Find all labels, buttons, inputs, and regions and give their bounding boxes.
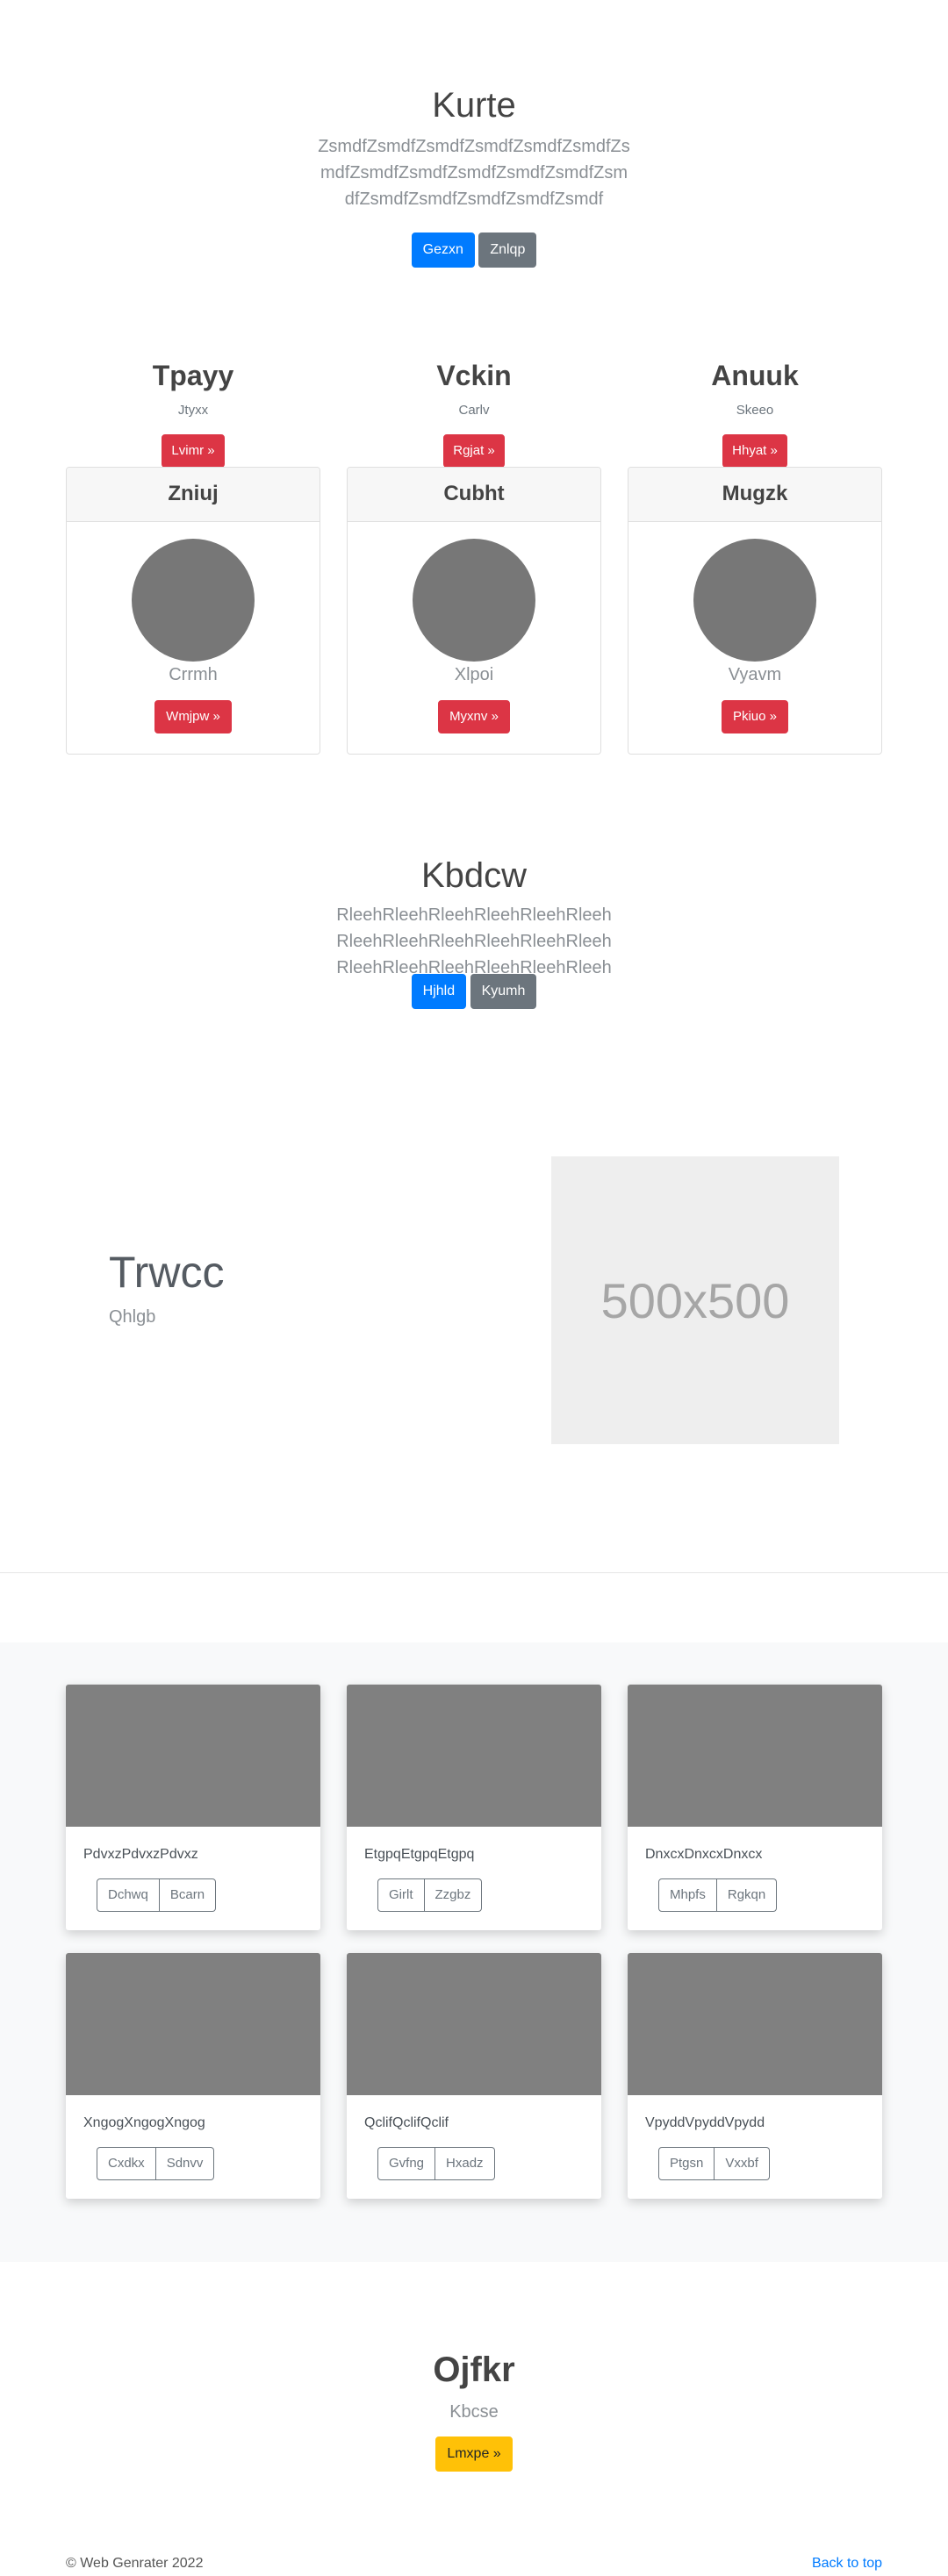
feature-title: Vckin — [436, 360, 512, 391]
secondary-hero-lead: RleehRleehRleehRleehRleehRleeh RleehRlee… — [336, 905, 612, 977]
thumbnail-placeholder — [347, 1953, 601, 2095]
thumbnail-placeholder — [347, 1685, 601, 1827]
feature-column: Vckin Carlv Rgjat » — [347, 358, 601, 468]
card-label: Xlpoi — [454, 665, 494, 684]
feature-subtitle: Carlv — [458, 403, 490, 418]
gallery-card-button[interactable]: Hxadz — [435, 2147, 495, 2180]
gallery-card-button[interactable]: Ptgsn — [658, 2147, 715, 2180]
gallery-card: VpyddVpyddVpydd Ptgsn Vxxbf — [628, 1953, 882, 2199]
gallery-section: PdvxzPdvxzPdvxz Dchwq Bcarn EtgpqEtgpqEt… — [0, 1642, 948, 2262]
hero-primary-button[interactable]: Gezxn — [411, 233, 475, 268]
feature-column: Anuuk Skeeo Hhyat » — [628, 358, 882, 468]
card-label: Crrmh — [169, 665, 218, 684]
feature-title: Anuuk — [711, 360, 799, 391]
back-to-top-link[interactable]: Back to top — [812, 2555, 882, 2572]
card-button[interactable]: Wmjpw » — [154, 700, 232, 733]
gallery-card: PdvxzPdvxzPdvxz Dchwq Bcarn — [66, 1685, 320, 1930]
card-button[interactable]: Pkiuo » — [721, 700, 789, 733]
feature-button[interactable]: Hhyat » — [722, 434, 787, 468]
gallery-card-button[interactable]: Gvfng — [377, 2147, 436, 2180]
gallery-card: DnxcxDnxcxDnxcx Mhpfs Rgkqn — [628, 1685, 882, 1930]
cta-button[interactable]: Lmxpe » — [435, 2436, 513, 2472]
secondary-hero-primary-button[interactable]: Hjhld — [411, 974, 467, 1009]
card-button[interactable]: Myxnv » — [438, 700, 510, 733]
secondary-hero-section: Kbdcw RleehRleehRleehRleehRleehRleeh Rle… — [0, 842, 948, 1035]
divider — [0, 1572, 948, 1573]
gallery-card-text: EtgpqEtgpqEtgpq — [364, 1847, 475, 1862]
profile-card: Cubht Xlpoi Myxnv » — [347, 467, 601, 755]
profile-card: Zniuj Crrmh Wmjpw » — [66, 467, 320, 755]
gallery-card-button[interactable]: Mhpfs — [658, 1878, 717, 1912]
button-group: Mhpfs Rgkqn — [658, 1878, 778, 1912]
gallery-card-button[interactable]: Vxxbf — [715, 2147, 770, 2180]
gallery-card-text: DnxcxDnxcxDnxcx — [645, 1847, 763, 1862]
feature-title: Tpayy — [152, 360, 234, 391]
hero-section: Kurte ZsmdfZsmdfZsmdfZsmdfZsmdfZsmdfZsmd… — [0, 0, 948, 298]
button-group: Cxdkx Sdnvv — [97, 2147, 215, 2180]
gallery-card-button[interactable]: Sdnvv — [155, 2147, 215, 2180]
gallery-card-button[interactable]: Rgkqn — [716, 1878, 778, 1912]
button-group: Gvfng Hxadz — [377, 2147, 495, 2180]
gallery-card-button[interactable]: Cxdkx — [97, 2147, 156, 2180]
gallery-card: XngogXngogXngog Cxdkx Sdnvv — [66, 1953, 320, 2199]
gallery-card-button[interactable]: Zzgbz — [424, 1878, 483, 1912]
split-title: Trwcc — [109, 1248, 225, 1297]
avatar-placeholder — [132, 539, 255, 662]
card-label: Vyavm — [728, 665, 782, 684]
thumbnail-placeholder — [66, 1953, 320, 2095]
card-header: Cubht — [348, 468, 600, 522]
thumbnail-placeholder — [628, 1953, 882, 2095]
gallery-card: QclifQclifQclif Gvfng Hxadz — [347, 1953, 601, 2199]
feature-subtitle: Jtyxx — [177, 403, 209, 418]
gallery-card-text: XngogXngogXngog — [83, 2115, 205, 2130]
button-group: Ptgsn Vxxbf — [658, 2147, 770, 2180]
cta-actions: Lmxpe » — [0, 2436, 948, 2472]
feature-button[interactable]: Lvimr » — [162, 434, 225, 468]
button-group: Dchwq Bcarn — [97, 1878, 217, 1912]
image-placeholder: 500x500 — [551, 1156, 839, 1444]
hero-lead: ZsmdfZsmdfZsmdfZsmdfZsmdfZsmdfZsmdfZsmdf… — [318, 137, 630, 209]
feature-subtitle: Skeeo — [736, 403, 774, 418]
gallery-card-button[interactable]: Dchwq — [97, 1878, 160, 1912]
button-group: Girlt Zzgbz — [377, 1878, 483, 1912]
gallery-card-text: QclifQclifQclif — [364, 2115, 449, 2130]
gallery-card-text: PdvxzPdvxzPdvxz — [83, 1847, 198, 1862]
avatar-placeholder — [693, 539, 816, 662]
split-subtitle: Qhlgb — [109, 1307, 156, 1327]
profile-card: Mugzk Vyavm Pkiuo » — [628, 467, 882, 755]
thumbnail-placeholder — [628, 1685, 882, 1827]
secondary-hero-title: Kbdcw — [420, 856, 528, 895]
card-header: Mugzk — [628, 468, 881, 522]
hero-title: Kurte — [432, 86, 516, 125]
feature-button[interactable]: Rgjat » — [443, 434, 505, 468]
gallery-card-button[interactable]: Girlt — [377, 1878, 425, 1912]
footer-copyright: © Web Genrater 2022 — [66, 2556, 204, 2571]
card-header: Zniuj — [67, 468, 320, 522]
hero-actions: Gezxn Znlqp — [0, 233, 948, 268]
cta-subtitle: Kbcse — [449, 2402, 499, 2422]
avatar-placeholder — [413, 539, 535, 662]
gallery-card-text: VpyddVpyddVpydd — [645, 2115, 765, 2130]
gallery-card: EtgpqEtgpqEtgpq Girlt Zzgbz — [347, 1685, 601, 1930]
hero-secondary-button[interactable]: Znlqp — [478, 233, 537, 268]
thumbnail-placeholder — [66, 1685, 320, 1827]
gallery-card-button[interactable]: Bcarn — [159, 1878, 217, 1912]
secondary-hero-secondary-button[interactable]: Kyumh — [470, 974, 537, 1009]
secondary-hero-actions: Hjhld Kyumh — [0, 974, 948, 1009]
cta-title: Ojfkr — [433, 2351, 515, 2389]
feature-column: Tpayy Jtyxx Lvimr » — [66, 358, 320, 468]
